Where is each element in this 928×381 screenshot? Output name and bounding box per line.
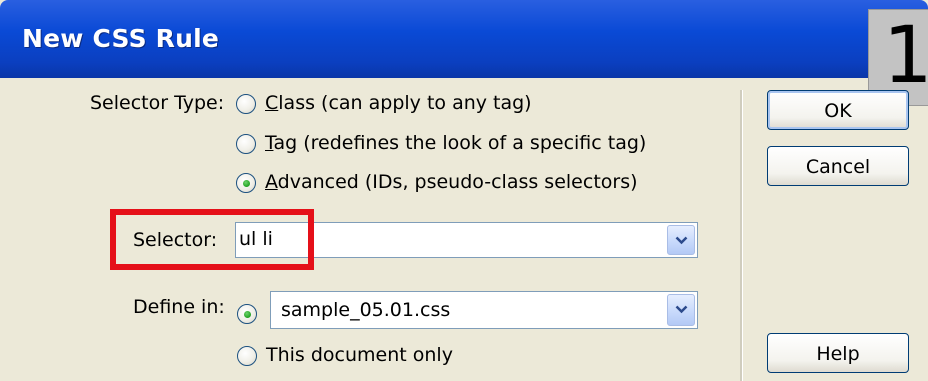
radio-class[interactable] bbox=[236, 94, 256, 114]
define-in-dropdown-button[interactable] bbox=[667, 294, 695, 326]
radio-tag[interactable] bbox=[236, 134, 256, 154]
window-title: New CSS Rule bbox=[22, 24, 220, 53]
radio-advanced[interactable] bbox=[236, 173, 256, 193]
radio-define-in-file[interactable] bbox=[237, 304, 257, 324]
radio-this-document-label[interactable]: This document only bbox=[266, 344, 453, 366]
radio-this-document[interactable] bbox=[237, 346, 257, 366]
title-bar: New CSS Rule bbox=[0, 0, 928, 78]
radio-advanced-label[interactable]: Advanced (IDs, pseudo-class selectors) bbox=[265, 171, 638, 193]
step-number: 1 bbox=[883, 11, 928, 101]
radio-class-label[interactable]: Class (can apply to any tag) bbox=[265, 92, 532, 114]
selector-type-label: Selector Type: bbox=[90, 92, 225, 114]
chevron-down-icon bbox=[675, 305, 688, 314]
radio-selected-dot bbox=[244, 311, 251, 318]
selector-highlight-box bbox=[110, 209, 314, 270]
help-button[interactable]: Help bbox=[767, 333, 909, 373]
ok-button[interactable]: OK bbox=[767, 90, 909, 130]
divider bbox=[740, 90, 743, 381]
cancel-button[interactable]: Cancel bbox=[767, 146, 909, 186]
chevron-down-icon bbox=[675, 236, 688, 245]
define-in-label: Define in: bbox=[133, 296, 225, 318]
radio-tag-label[interactable]: Tag (redefines the look of a specific ta… bbox=[265, 132, 646, 154]
define-in-value[interactable]: sample_05.01.css bbox=[281, 299, 450, 321]
selector-dropdown-button[interactable] bbox=[667, 225, 695, 255]
radio-selected-dot bbox=[243, 180, 250, 187]
define-in-combobox[interactable]: sample_05.01.css bbox=[270, 291, 698, 329]
